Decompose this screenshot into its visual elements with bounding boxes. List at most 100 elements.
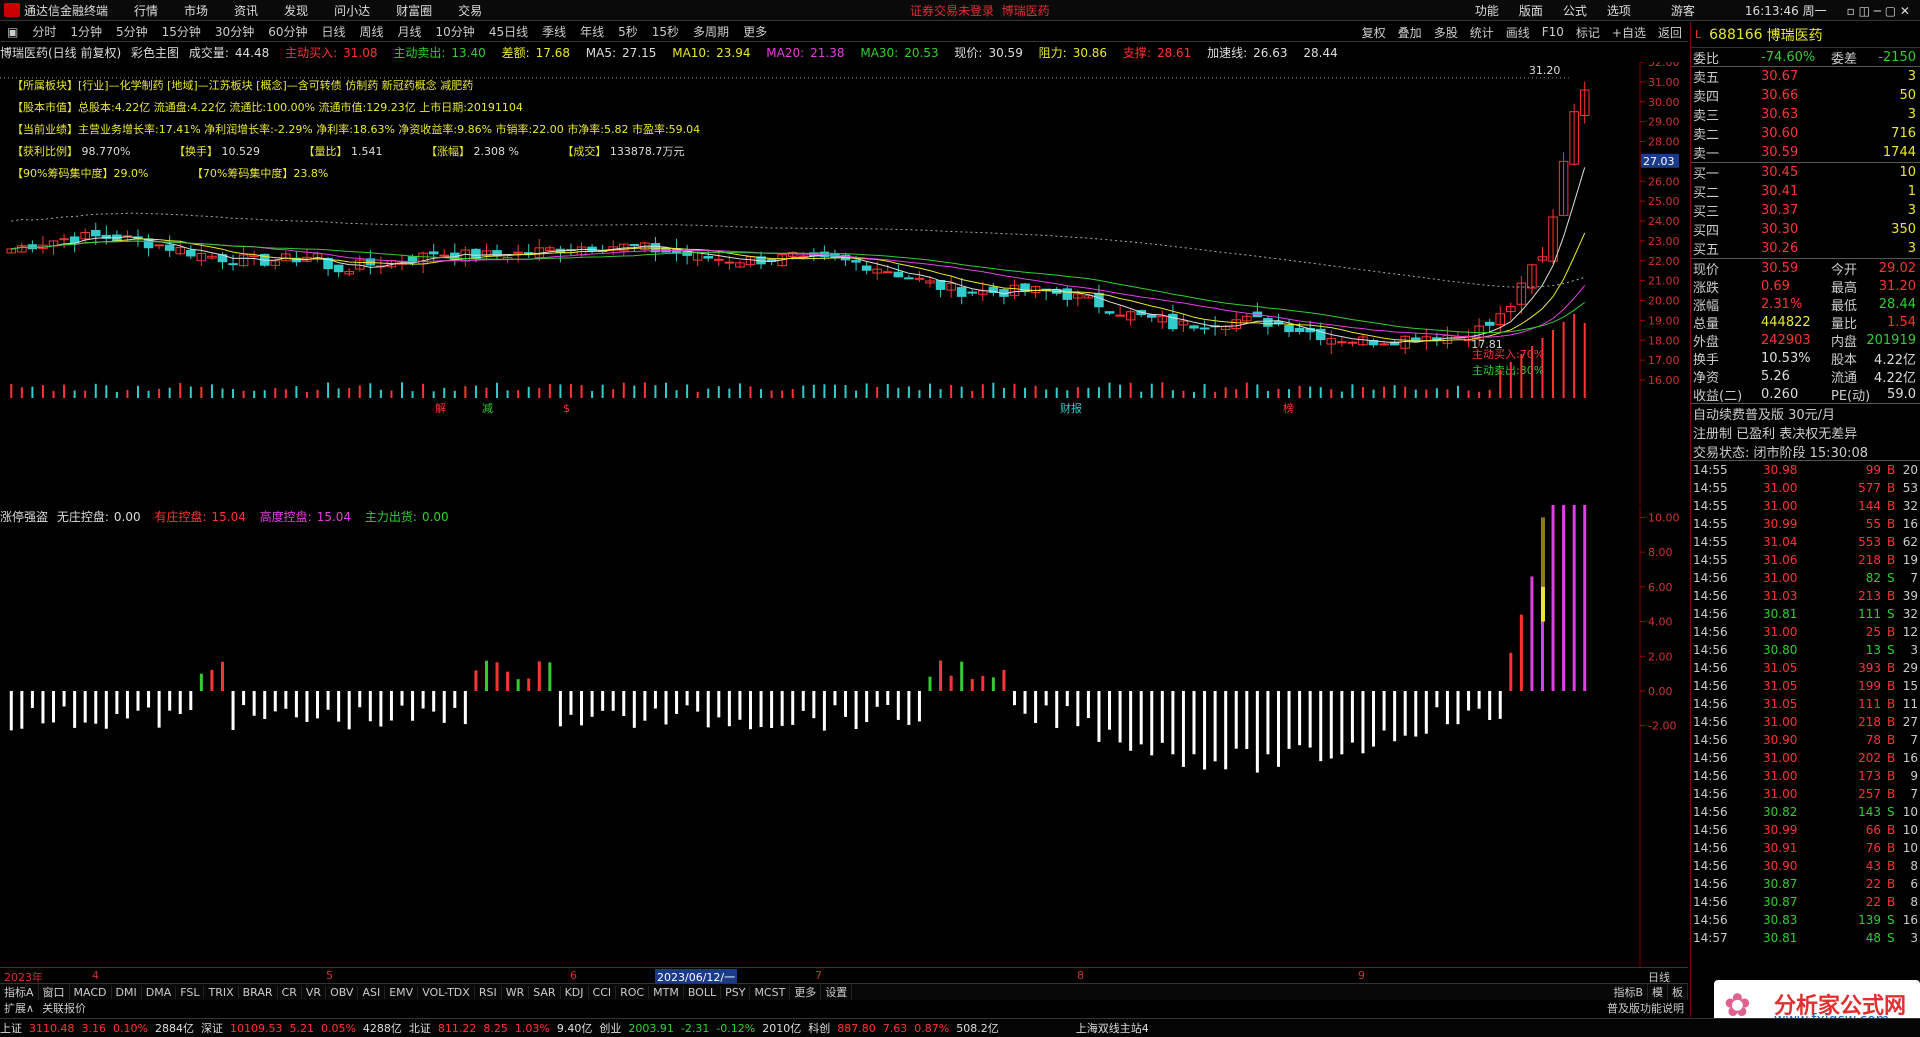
- tab-vr[interactable]: VR: [302, 985, 327, 999]
- tab-cr[interactable]: CR: [278, 985, 302, 999]
- tab-dma[interactable]: DMA: [142, 985, 177, 999]
- bid-row[interactable]: 买五 30.26 3: [1691, 239, 1920, 258]
- tab-trix[interactable]: TRIX: [204, 985, 239, 999]
- btn-tongji[interactable]: 统计: [1470, 24, 1494, 41]
- period-30min[interactable]: 30分钟: [215, 23, 254, 40]
- menu-banmian[interactable]: 版面: [1519, 2, 1543, 19]
- tab-emv[interactable]: EMV: [385, 985, 419, 999]
- tab-asi[interactable]: ASI: [358, 985, 386, 999]
- menu-caifuquan[interactable]: 财富圈: [396, 2, 432, 19]
- tab-mo[interactable]: 模: [1648, 984, 1668, 1000]
- volume-bar: [760, 389, 763, 398]
- period-1min[interactable]: 1分钟: [70, 23, 102, 40]
- ask-row[interactable]: 卖五 30.67 3: [1691, 67, 1920, 86]
- menu-guest[interactable]: 游客: [1671, 2, 1695, 19]
- menu-faxian[interactable]: 发现: [284, 2, 308, 19]
- period-5min[interactable]: 5分钟: [116, 23, 148, 40]
- btn-zixuan[interactable]: +自选: [1612, 24, 1646, 41]
- tab-wr[interactable]: WR: [502, 985, 530, 999]
- tab-related-quotes[interactable]: 关联报价: [38, 1000, 90, 1016]
- volume-bar: [485, 387, 488, 398]
- period-year[interactable]: 年线: [580, 23, 604, 40]
- tab-ban[interactable]: 板: [1668, 984, 1688, 1000]
- menu-wenxiaoda[interactable]: 问小达: [334, 2, 370, 19]
- notice-register: 注册制 已盈利 表决权无差异: [1693, 427, 1858, 442]
- tab-dmi[interactable]: DMI: [112, 985, 142, 999]
- menu-zixun[interactable]: 资讯: [234, 2, 258, 19]
- volume-bar: [73, 390, 76, 398]
- edition-help-link[interactable]: 普及版功能说明: [1603, 1000, 1688, 1016]
- tab-boll[interactable]: BOLL: [684, 985, 722, 999]
- volume-bar: [622, 382, 625, 398]
- ask-row[interactable]: 卖三 30.63 3: [1691, 105, 1920, 124]
- ask-row[interactable]: 卖一 30.59 1744: [1691, 143, 1920, 162]
- btn-biaoji[interactable]: 标记: [1576, 24, 1600, 41]
- period-season[interactable]: 季线: [542, 23, 566, 40]
- period-month[interactable]: 月线: [398, 23, 422, 40]
- sub-bar: [1509, 652, 1513, 691]
- period-45day[interactable]: 45日线: [489, 23, 528, 40]
- tab-window[interactable]: 窗口: [39, 984, 70, 1000]
- volume-bar: [1055, 387, 1058, 398]
- tab-mtm[interactable]: MTM: [649, 985, 684, 999]
- btn-fanhui[interactable]: 返回: [1658, 24, 1682, 41]
- btn-huaxian[interactable]: 画线: [1506, 24, 1530, 41]
- period-icon[interactable]: ▣: [7, 25, 18, 39]
- quote-panel: L 688166 博瑞医药 委比 -74.60% 委差 -2150 卖五 30.6…: [1690, 22, 1920, 1017]
- tab-settings[interactable]: 设置: [821, 984, 853, 1000]
- menu-gongshi[interactable]: 公式: [1563, 2, 1587, 19]
- volume-bar: [929, 383, 931, 398]
- bid-row[interactable]: 买三 30.37 3: [1691, 201, 1920, 220]
- sub-indicator-chart[interactable]: 10.00 8.00 6.00 4.00 2.00 0.00 -2.00: [0, 505, 1688, 967]
- menu-gongneng[interactable]: 功能: [1475, 2, 1499, 19]
- tab-brar[interactable]: BRAR: [239, 985, 278, 999]
- tab-zhibiao-b[interactable]: 指标B: [1609, 984, 1648, 1000]
- tab-expand[interactable]: 扩展∧: [0, 1000, 38, 1016]
- tab-roc[interactable]: ROC: [616, 985, 650, 999]
- tab-sar[interactable]: SAR: [529, 985, 561, 999]
- period-fenshi[interactable]: 分时: [32, 23, 56, 40]
- y-tick-label: 17.00: [1648, 354, 1680, 367]
- tab-psy[interactable]: PSY: [721, 985, 751, 999]
- volume-bar: [1087, 387, 1090, 398]
- period-10min[interactable]: 10分钟: [436, 23, 475, 40]
- period-15sec[interactable]: 15秒: [652, 23, 679, 40]
- menu-xuanxiang[interactable]: 选项: [1607, 2, 1631, 19]
- ask-row[interactable]: 卖二 30.60 716: [1691, 124, 1920, 143]
- tab-cci[interactable]: CCI: [589, 985, 617, 999]
- candle-body: [893, 271, 904, 278]
- tab-vol-tdx[interactable]: VOL-TDX: [418, 985, 475, 999]
- window-controls-icon[interactable]: ▫ ◫ ─ ▢ ✕: [1847, 4, 1910, 18]
- tab-zhibiao-a[interactable]: 指标A: [0, 984, 39, 1000]
- color-mode-label[interactable]: 彩色主图: [131, 46, 179, 60]
- tab-macd[interactable]: MACD: [70, 985, 112, 999]
- btn-fuquan[interactable]: 复权: [1362, 24, 1386, 41]
- tab-fsl[interactable]: FSL: [176, 985, 205, 999]
- menu-hangqing[interactable]: 行情: [134, 2, 158, 19]
- login-warning[interactable]: 证券交易未登录 博瑞医药: [910, 2, 1050, 19]
- period-5sec[interactable]: 5秒: [618, 23, 638, 40]
- bid-row[interactable]: 买一 30.45 10: [1691, 163, 1920, 182]
- btn-duogu[interactable]: 多股: [1434, 24, 1458, 41]
- btn-f10[interactable]: F10: [1542, 25, 1564, 39]
- tab-kdj[interactable]: KDJ: [561, 985, 589, 999]
- period-60min[interactable]: 60分钟: [268, 23, 307, 40]
- period-day[interactable]: 日线: [321, 23, 345, 40]
- sub-bar: [506, 671, 510, 691]
- menu-shichang[interactable]: 市场: [184, 2, 208, 19]
- period-multi[interactable]: 多周期: [693, 23, 729, 40]
- btn-diejia[interactable]: 叠加: [1398, 24, 1422, 41]
- period-week[interactable]: 周线: [360, 23, 384, 40]
- period-more[interactable]: 更多: [743, 23, 767, 40]
- tab-obv[interactable]: OBV: [326, 985, 359, 999]
- volume-bar: [981, 384, 984, 398]
- menu-jiaoyi[interactable]: 交易: [458, 2, 482, 19]
- tab-mcst[interactable]: MCST: [750, 985, 791, 999]
- bid-row[interactable]: 买四 30.30 350: [1691, 220, 1920, 239]
- volume-bar: [158, 388, 161, 398]
- bid-row[interactable]: 买二 30.41 1: [1691, 182, 1920, 201]
- ask-row[interactable]: 卖四 30.66 50: [1691, 86, 1920, 105]
- tab-more[interactable]: 更多: [790, 984, 822, 1000]
- period-15min[interactable]: 15分钟: [162, 23, 201, 40]
- tab-rsi[interactable]: RSI: [475, 985, 502, 999]
